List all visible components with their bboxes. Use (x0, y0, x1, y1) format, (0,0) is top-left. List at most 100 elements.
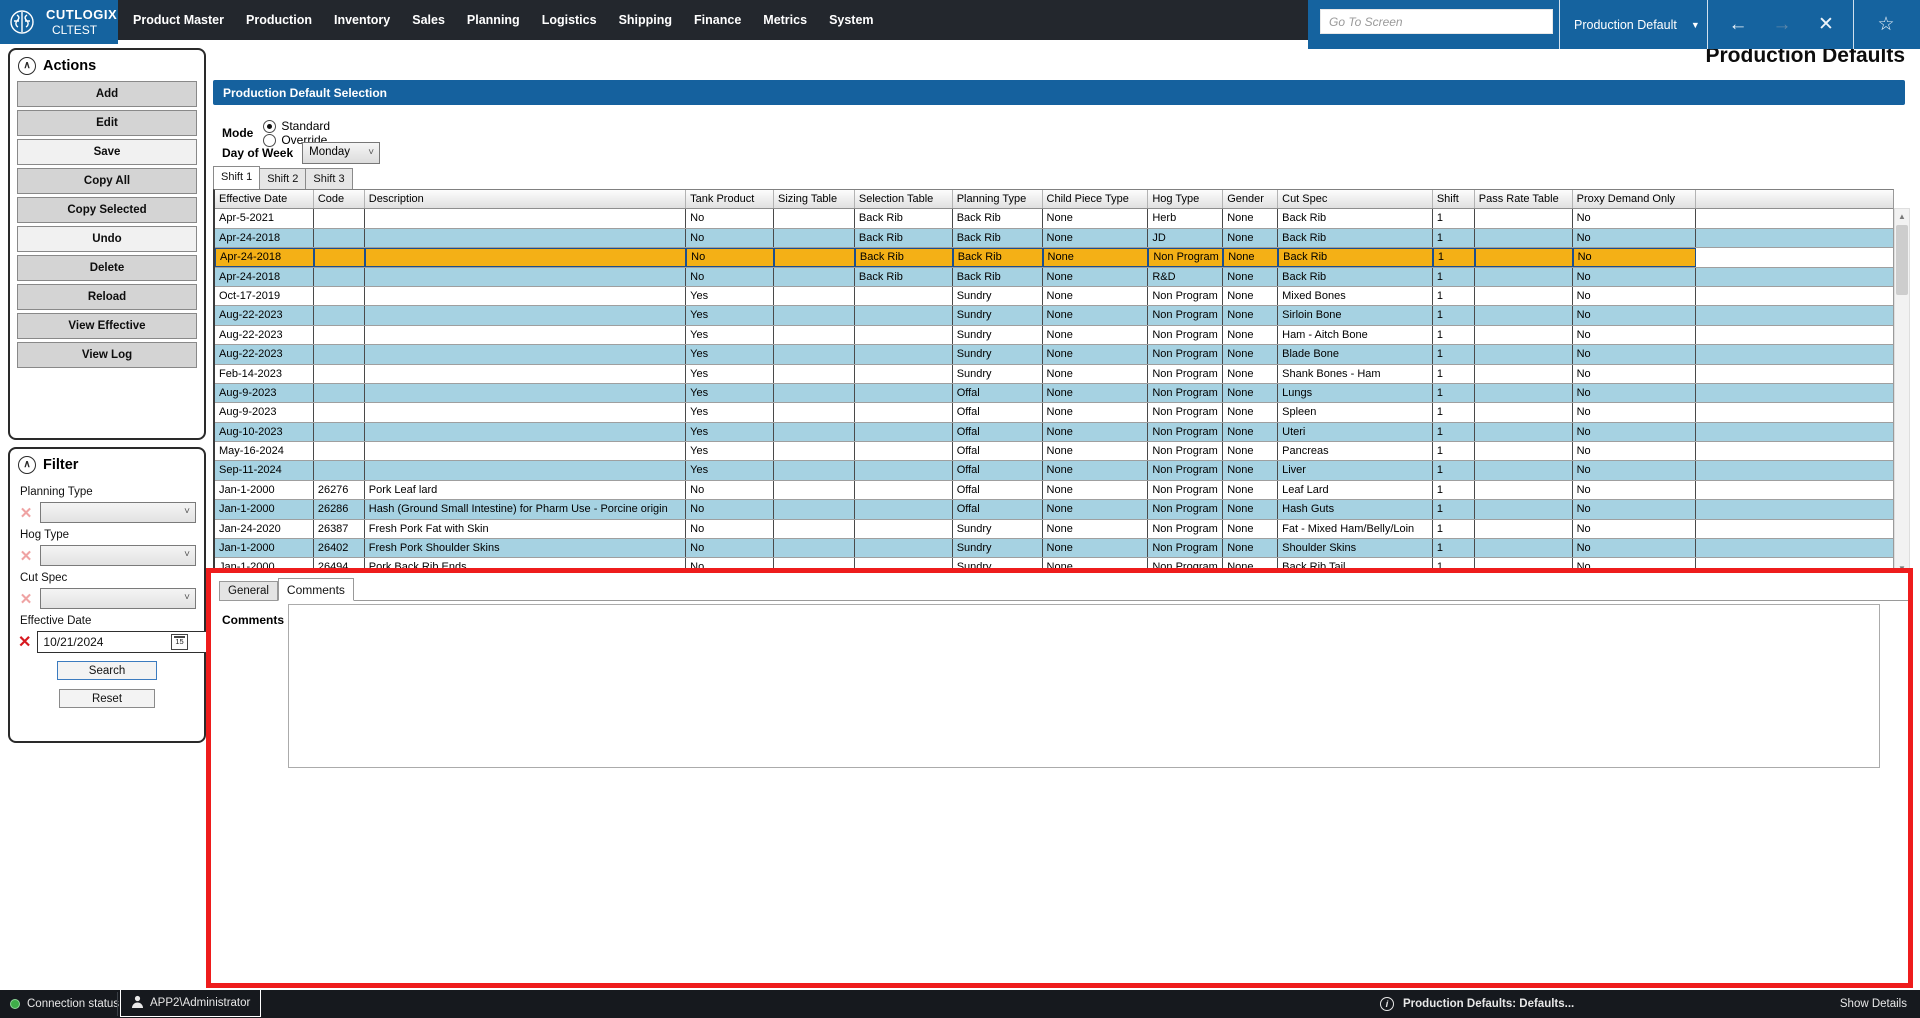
planning-type-select[interactable]: ˅ (40, 502, 196, 523)
cell-description[interactable] (365, 364, 687, 383)
cell-pass-rate-table[interactable] (1475, 519, 1573, 539)
cell-gender[interactable]: None (1223, 364, 1279, 383)
cell-planning-type[interactable]: Offal (953, 500, 1043, 519)
cell-child-piece-type[interactable]: None (1043, 209, 1149, 228)
cell-shift[interactable]: 1 (1433, 500, 1475, 519)
cell-description[interactable] (365, 325, 687, 345)
cell-cut-spec[interactable]: Leaf Lard (1278, 480, 1433, 500)
cell-child-piece-type[interactable]: None (1043, 519, 1149, 539)
cell-planning-type[interactable]: Back Rib (953, 267, 1043, 286)
table-row[interactable]: Oct-17-2019 Yes Sundry None Non Program None M… (215, 286, 1893, 307)
tab-shift-2[interactable]: Shift 2 (259, 168, 307, 189)
cell-proxy-demand-only[interactable]: No (1573, 480, 1697, 500)
cell-gender[interactable]: None (1223, 422, 1279, 442)
cell-selection-table[interactable] (855, 539, 953, 558)
cell-selection-table[interactable] (855, 500, 953, 519)
cell-selection-table[interactable] (855, 480, 953, 500)
cell-gender[interactable]: None (1223, 461, 1279, 480)
cell-selection-table[interactable] (855, 383, 953, 403)
cell-gender[interactable]: None (1223, 267, 1279, 286)
cell-description[interactable] (365, 209, 687, 228)
cell-gender[interactable]: None (1223, 248, 1279, 267)
cell-child-piece-type[interactable]: None (1043, 364, 1149, 383)
cell-shift[interactable]: 1 (1433, 345, 1475, 364)
cell-proxy-demand-only[interactable]: No (1573, 422, 1697, 442)
cell-gender[interactable]: None (1223, 325, 1279, 345)
cell-planning-type[interactable]: Back Rib (953, 209, 1043, 228)
column-header-gender[interactable]: Gender (1223, 190, 1279, 209)
cell-effective-date[interactable]: Apr-5-2021 (215, 209, 314, 228)
menu-logistics[interactable]: Logistics (531, 0, 608, 40)
cell-gender[interactable]: None (1223, 209, 1279, 228)
cell-code[interactable] (314, 422, 365, 442)
cell-effective-date[interactable]: Feb-14-2023 (215, 364, 314, 383)
cell-sizing-table[interactable] (774, 422, 855, 442)
cell-tank-product[interactable]: Yes (686, 461, 774, 480)
table-row[interactable]: Aug-9-2023 Yes Offal None Non Program None Lun… (215, 383, 1893, 404)
cell-proxy-demand-only[interactable]: No (1573, 539, 1697, 558)
cell-tank-product[interactable]: Yes (686, 306, 774, 325)
cell-cut-spec[interactable]: Sirloin Bone (1278, 306, 1433, 325)
cell-shift[interactable]: 1 (1433, 461, 1475, 480)
cell-selection-table[interactable]: Back Rib (854, 248, 953, 267)
tab-shift-1[interactable]: Shift 1 (213, 166, 261, 189)
cell-code[interactable] (314, 403, 365, 422)
column-header-hog-type[interactable]: Hog Type (1148, 190, 1224, 209)
reload-button[interactable]: Reload (17, 284, 197, 310)
cell-selection-table[interactable] (855, 519, 953, 539)
cell-child-piece-type[interactable]: None (1042, 248, 1149, 267)
cell-proxy-demand-only[interactable]: No (1573, 500, 1697, 519)
cell-code[interactable]: 26402 (314, 539, 365, 558)
cell-pass-rate-table[interactable] (1475, 306, 1573, 325)
cell-proxy-demand-only[interactable]: No (1573, 267, 1697, 286)
table-row[interactable]: Feb-14-2023 Yes Sundry None Non Program None S… (215, 364, 1893, 384)
menu-production[interactable]: Production (235, 0, 323, 40)
cell-selection-table[interactable] (855, 422, 953, 442)
cell-description[interactable] (365, 286, 687, 306)
cell-child-piece-type[interactable]: None (1043, 267, 1149, 286)
cell-tank-product[interactable]: Yes (686, 325, 774, 345)
cell-code[interactable] (314, 209, 365, 228)
column-header-shift[interactable]: Shift (1433, 190, 1475, 209)
cell-effective-date[interactable]: Aug-9-2023 (215, 383, 314, 403)
clear-hog-type-icon[interactable]: ✕ (18, 547, 34, 565)
cell-effective-date[interactable]: Apr-24-2018 (215, 267, 314, 286)
view-effective-button[interactable]: View Effective (17, 313, 197, 339)
cell-cut-spec[interactable]: Back Rib (1278, 209, 1433, 228)
cell-cut-spec[interactable]: Hash Guts (1278, 500, 1433, 519)
cell-proxy-demand-only[interactable]: No (1573, 403, 1697, 422)
cell-planning-type[interactable]: Sundry (953, 286, 1043, 306)
reset-button[interactable]: Reset (59, 689, 155, 708)
table-row[interactable]: Jan-1-2000 26402 Fresh Pork Shoulder Skins… (215, 539, 1893, 559)
cell-shift[interactable]: 1 (1433, 422, 1475, 442)
table-row[interactable]: Aug-9-2023 Yes Offal None Non Program None Spl… (215, 403, 1893, 423)
comments-textarea[interactable] (288, 604, 1880, 768)
cell-cut-spec[interactable]: Liver (1278, 461, 1433, 480)
cell-sizing-table[interactable] (774, 442, 855, 461)
cell-shift[interactable]: 1 (1433, 306, 1475, 325)
cell-effective-date[interactable]: Apr-24-2018 (215, 228, 314, 248)
table-row[interactable]: Apr-5-2021 No Back Rib Back Rib None Herb None… (215, 209, 1893, 229)
table-row[interactable]: Apr-24-2018 No Back Rib Back Rib None JD None B… (215, 228, 1893, 249)
cell-gender[interactable]: None (1223, 228, 1279, 248)
cell-child-piece-type[interactable]: None (1043, 383, 1149, 403)
cell-description[interactable] (365, 461, 687, 480)
cell-shift[interactable]: 1 (1433, 228, 1475, 248)
info-icon[interactable]: i (1380, 997, 1394, 1011)
cell-description[interactable]: Fresh Pork Shoulder Skins (365, 539, 687, 558)
cell-hog-type[interactable]: Non Program (1148, 286, 1224, 306)
cell-shift[interactable]: 1 (1433, 267, 1475, 286)
cell-hog-type[interactable]: Non Program (1148, 306, 1224, 325)
favorite-star-icon[interactable]: ☆ (1864, 0, 1908, 49)
cell-tank-product[interactable]: No (686, 248, 774, 267)
cell-shift[interactable]: 1 (1433, 286, 1475, 306)
cell-description[interactable] (365, 306, 687, 325)
calendar-icon[interactable]: 15 (171, 634, 188, 650)
search-button[interactable]: Search (57, 661, 157, 680)
cell-shift[interactable]: 1 (1433, 403, 1475, 422)
cell-description[interactable]: Fresh Pork Fat with Skin (365, 519, 687, 539)
tab-comments[interactable]: Comments (277, 578, 354, 601)
cell-description[interactable]: Hash (Ground Small Intestine) for Pharm … (365, 500, 687, 519)
cell-description[interactable] (364, 248, 687, 267)
cell-sizing-table[interactable] (774, 461, 855, 480)
